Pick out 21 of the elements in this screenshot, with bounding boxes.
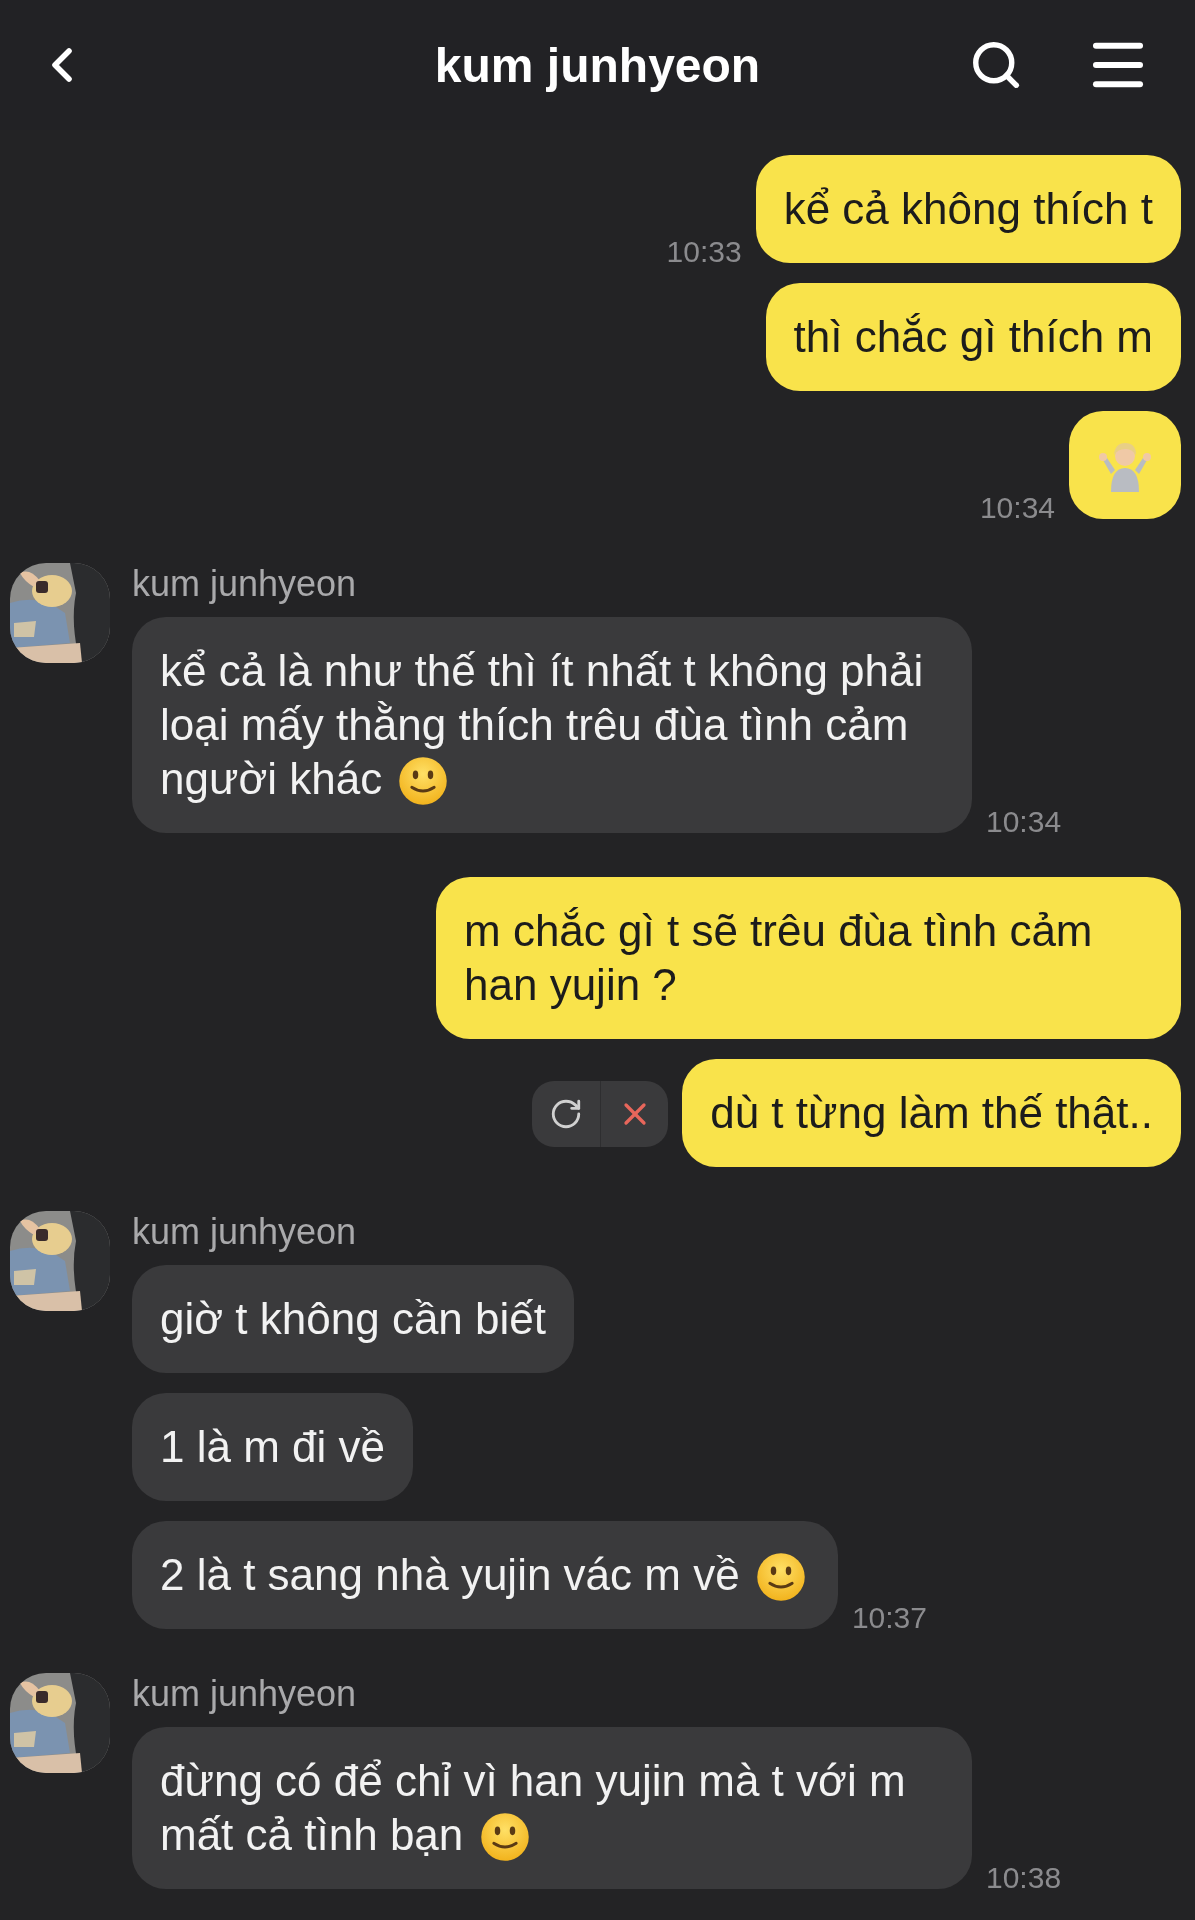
message-time: 10:33 [666, 235, 742, 269]
chat-title: kum junhyeon [434, 38, 761, 92]
smiley-icon [479, 1812, 530, 1862]
message-bubble: 2 là t sang nhà yujin vác m về [132, 1521, 838, 1629]
message-bubble: thì chắc gì thích m [765, 283, 1181, 391]
message-bubble: m chắc gì t sẽ trêu đùa tình cảm han yujin ? [436, 877, 1181, 1039]
message-bubble: đừng có để chỉ vì han yujin mà t với m mất cả tình bạn [132, 1727, 972, 1889]
message-bubble: kể cả là như thế thì ít nhất t không phải loại mấy thằng thích trêu đùa tình cảm người khác [132, 617, 972, 833]
message-time: 10:34 [979, 491, 1055, 525]
sender-name: kum junhyeon [132, 1673, 358, 1715]
message-bubble: dù t từng làm thế thật.. [682, 1059, 1181, 1167]
sender-name: kum junhyeon [132, 1211, 358, 1253]
message-bubble: kể cả không thích t [755, 155, 1181, 263]
smiley-icon [755, 1552, 806, 1602]
smiley-icon [398, 756, 449, 806]
message-bubble: giờ t không cần biết [132, 1265, 574, 1373]
message-bubble: 1 là m đi về [132, 1393, 413, 1501]
message-time: 10:38 [986, 1861, 1062, 1895]
message-time: 10:34 [986, 805, 1062, 839]
message-time: 10:37 [851, 1601, 927, 1635]
sender-name: kum junhyeon [132, 563, 358, 605]
